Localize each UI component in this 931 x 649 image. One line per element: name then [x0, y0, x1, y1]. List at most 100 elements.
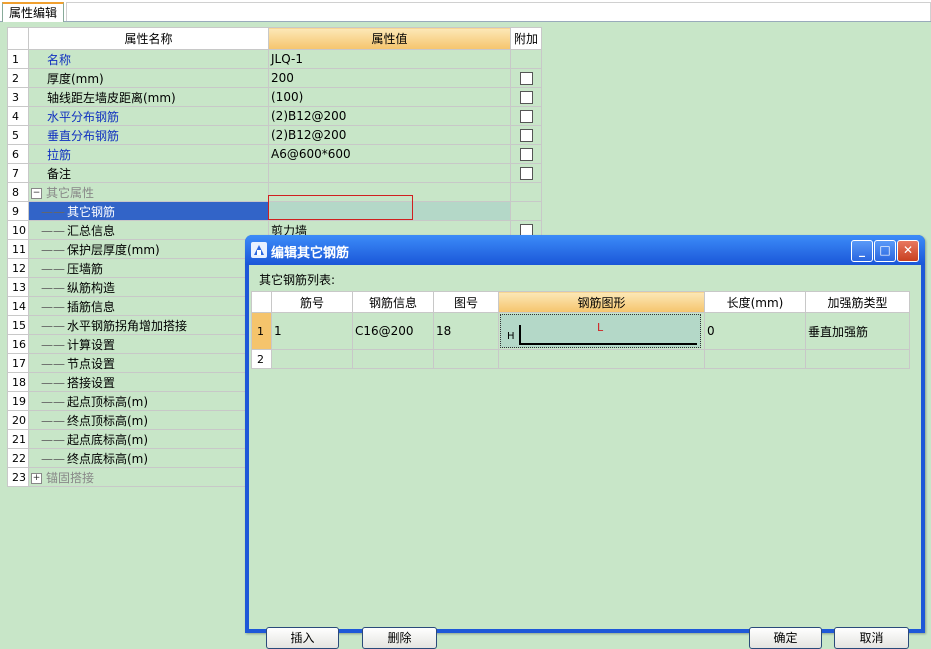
- property-row[interactable]: 2 厚度(mm) 200: [7, 68, 542, 88]
- tab-property-edit[interactable]: 属性编辑: [2, 2, 65, 22]
- cell-figure-no[interactable]: [433, 349, 499, 369]
- cell-length[interactable]: [704, 349, 806, 369]
- minimize-button[interactable]: _: [851, 240, 873, 262]
- row-number[interactable]: 19: [7, 391, 29, 411]
- header-rebar-info[interactable]: 钢筋信息: [352, 291, 434, 313]
- extra-checkbox[interactable]: [519, 91, 533, 104]
- property-name-cell[interactable]: —— 汇总信息: [28, 220, 269, 240]
- property-value-cell[interactable]: (2)B12@200: [268, 106, 511, 126]
- property-name-cell[interactable]: —— 计算设置: [28, 334, 269, 354]
- cell-rebar-shape[interactable]: H L: [498, 312, 705, 350]
- property-name-cell[interactable]: —— 终点底标高(m): [28, 448, 269, 468]
- row-number[interactable]: 23: [7, 467, 29, 487]
- property-name-cell[interactable]: —— 其它钢筋: [28, 201, 269, 221]
- property-name-cell[interactable]: 垂直分布钢筋: [28, 125, 269, 145]
- property-name-cell[interactable]: 备注: [28, 163, 269, 183]
- header-property-value[interactable]: 属性值: [268, 27, 511, 50]
- row-number[interactable]: 14: [7, 296, 29, 316]
- rebar-row[interactable]: 2: [251, 349, 910, 369]
- property-name-cell[interactable]: —— 节点设置: [28, 353, 269, 373]
- property-row[interactable]: 6 拉筋 A6@600*600: [7, 144, 542, 164]
- header-length[interactable]: 长度(mm): [704, 291, 806, 313]
- property-name-cell[interactable]: + 锚固搭接: [28, 467, 269, 487]
- row-number[interactable]: 11: [7, 239, 29, 259]
- row-number[interactable]: 6: [7, 144, 29, 164]
- header-rebar-shape[interactable]: 钢筋图形: [498, 291, 705, 313]
- property-row[interactable]: 5 垂直分布钢筋 (2)B12@200: [7, 125, 542, 145]
- row-number[interactable]: 2: [7, 68, 29, 88]
- property-value-cell[interactable]: A6@600*600: [268, 144, 511, 164]
- property-value-cell[interactable]: (2)B12@200: [268, 125, 511, 145]
- row-number[interactable]: 13: [7, 277, 29, 297]
- row-number[interactable]: 5: [7, 125, 29, 145]
- property-name-cell[interactable]: —— 插筋信息: [28, 296, 269, 316]
- cell-length[interactable]: 0: [704, 312, 806, 350]
- rebar-row[interactable]: 1 1 C16@200 18 H L 0 垂直加强筋: [251, 312, 910, 350]
- extra-checkbox[interactable]: [519, 72, 533, 85]
- row-number[interactable]: 21: [7, 429, 29, 449]
- property-name-cell[interactable]: —— 起点底标高(m): [28, 429, 269, 449]
- cell-reinforcement-type[interactable]: [805, 349, 910, 369]
- row-number[interactable]: 10: [7, 220, 29, 240]
- extra-checkbox[interactable]: [519, 129, 533, 142]
- row-number[interactable]: 2: [251, 349, 272, 369]
- property-name-cell[interactable]: —— 搭接设置: [28, 372, 269, 392]
- cell-reinforcement-type[interactable]: 垂直加强筋: [805, 312, 910, 350]
- property-name-cell[interactable]: 轴线距左墙皮距离(mm): [28, 87, 269, 107]
- value-edit-highlight[interactable]: [268, 195, 413, 220]
- property-name-cell[interactable]: 厚度(mm): [28, 68, 269, 88]
- property-value-cell[interactable]: 200: [268, 68, 511, 88]
- property-name-cell[interactable]: —— 起点顶标高(m): [28, 391, 269, 411]
- property-name-cell[interactable]: —— 压墙筋: [28, 258, 269, 278]
- extra-checkbox[interactable]: [519, 167, 533, 180]
- cancel-button[interactable]: 取消: [834, 627, 909, 649]
- header-bar-no[interactable]: 筋号: [271, 291, 353, 313]
- dialog-titlebar[interactable]: 编辑其它钢筋 _ □ ✕: [245, 235, 925, 265]
- ok-button[interactable]: 确定: [749, 627, 822, 649]
- cell-rebar-info[interactable]: C16@200: [352, 312, 434, 350]
- row-number[interactable]: 1: [251, 312, 272, 350]
- expand-icon[interactable]: +: [31, 472, 42, 484]
- header-reinforcement-type[interactable]: 加强筋类型: [805, 291, 910, 313]
- row-number[interactable]: 18: [7, 372, 29, 392]
- property-row[interactable]: 1 名称 JLQ-1: [7, 49, 542, 69]
- property-value-cell[interactable]: JLQ-1: [268, 49, 511, 69]
- row-number[interactable]: 8: [7, 182, 29, 202]
- header-figure-no[interactable]: 图号: [433, 291, 499, 313]
- row-number[interactable]: 7: [7, 163, 29, 183]
- cell-bar-no[interactable]: [271, 349, 353, 369]
- extra-checkbox[interactable]: [519, 148, 533, 161]
- cell-figure-no[interactable]: 18: [433, 312, 499, 350]
- header-property-name[interactable]: 属性名称: [28, 27, 269, 50]
- row-number[interactable]: 20: [7, 410, 29, 430]
- property-name-cell[interactable]: —— 保护层厚度(mm): [28, 239, 269, 259]
- cell-rebar-shape[interactable]: [498, 349, 705, 369]
- maximize-button[interactable]: □: [874, 240, 896, 262]
- delete-button[interactable]: 删除: [362, 627, 437, 649]
- row-number[interactable]: 9: [7, 201, 29, 221]
- row-number[interactable]: 12: [7, 258, 29, 278]
- property-row[interactable]: 7 备注: [7, 163, 542, 183]
- row-number[interactable]: 16: [7, 334, 29, 354]
- collapse-icon[interactable]: −: [31, 187, 42, 199]
- row-number[interactable]: 22: [7, 448, 29, 468]
- property-name-cell[interactable]: —— 水平钢筋拐角增加搭接: [28, 315, 269, 335]
- property-name-cell[interactable]: —— 终点顶标高(m): [28, 410, 269, 430]
- property-value-cell[interactable]: [268, 163, 511, 183]
- header-extra[interactable]: 附加: [510, 27, 542, 50]
- insert-button[interactable]: 插入: [266, 627, 339, 649]
- property-name-cell[interactable]: 水平分布钢筋: [28, 106, 269, 126]
- row-number[interactable]: 15: [7, 315, 29, 335]
- property-name-cell[interactable]: 拉筋: [28, 144, 269, 164]
- property-name-cell[interactable]: —— 纵筋构造: [28, 277, 269, 297]
- row-number[interactable]: 17: [7, 353, 29, 373]
- cell-bar-no[interactable]: 1: [271, 312, 353, 350]
- cell-rebar-info[interactable]: [352, 349, 434, 369]
- property-name-cell[interactable]: − 其它属性: [28, 182, 269, 202]
- row-number[interactable]: 3: [7, 87, 29, 107]
- row-number[interactable]: 4: [7, 106, 29, 126]
- extra-checkbox[interactable]: [519, 110, 533, 123]
- property-row[interactable]: 3 轴线距左墙皮距离(mm) (100): [7, 87, 542, 107]
- close-button[interactable]: ✕: [897, 240, 919, 262]
- property-value-cell[interactable]: (100): [268, 87, 511, 107]
